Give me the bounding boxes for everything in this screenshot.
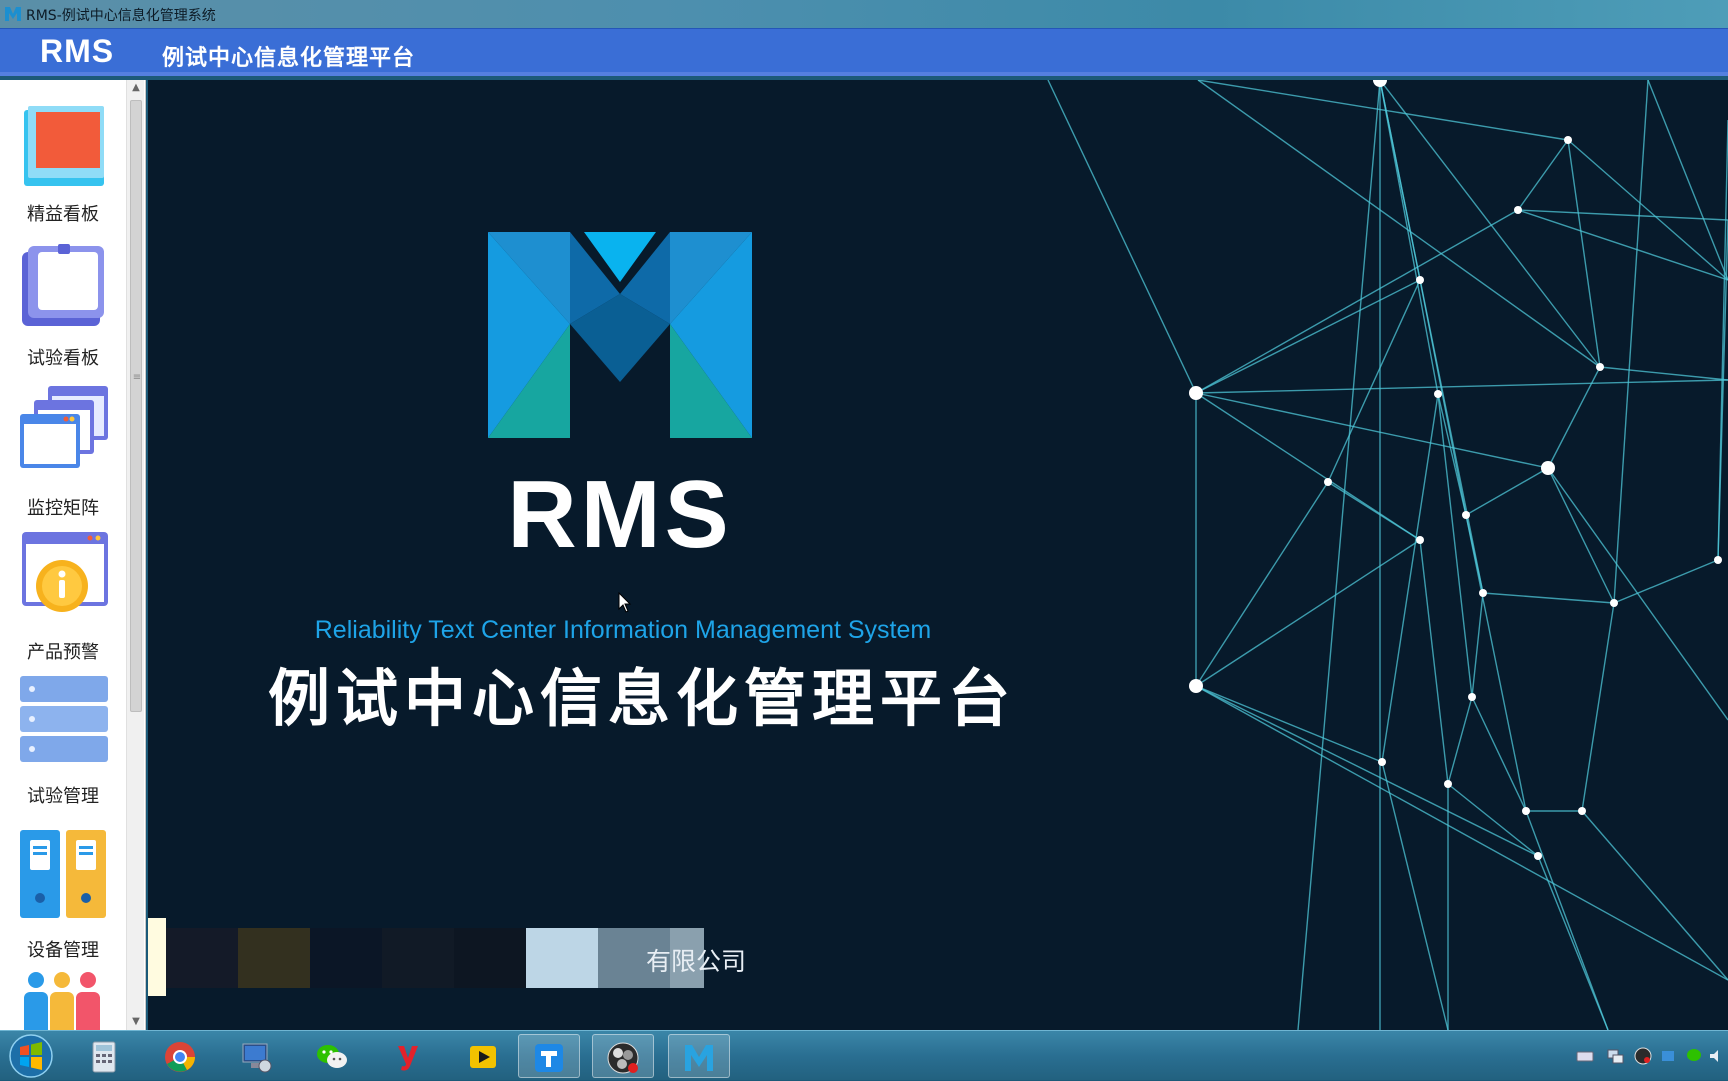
sidebar-item-label: 设备管理 bbox=[27, 940, 99, 961]
product-warning-icon bbox=[22, 532, 108, 612]
obs-tray-icon[interactable] bbox=[1634, 1047, 1652, 1065]
sidebar-item-label: 产品预警 bbox=[27, 642, 99, 663]
splash-panel: RMS Reliability Text Center Information … bbox=[148, 80, 1728, 1030]
scrollbar-grip-icon: ≡ bbox=[132, 372, 142, 383]
sidebar-item-test-management[interactable]: 试验管理 bbox=[0, 672, 126, 812]
wechat-tray-icon[interactable] bbox=[1686, 1047, 1704, 1065]
start-button-icon[interactable] bbox=[8, 1033, 54, 1079]
window-title: RMS-例试中心信息化管理系统 bbox=[26, 8, 216, 24]
scroll-up-icon[interactable]: ▲ bbox=[127, 80, 145, 96]
wechat-icon bbox=[317, 1045, 347, 1068]
taskbar-rms-app[interactable] bbox=[668, 1034, 730, 1078]
sidebar-item-equipment-management[interactable]: 设备管理 bbox=[0, 828, 126, 968]
mouse-cursor-icon bbox=[618, 592, 632, 613]
taskbar-calculator[interactable] bbox=[74, 1034, 136, 1078]
sidebar-item-test-board[interactable]: 试验看板 bbox=[0, 240, 126, 380]
window-titlebar: RMS-例试中心信息化管理系统 bbox=[0, 0, 1728, 28]
network-icon[interactable] bbox=[1606, 1047, 1624, 1065]
taskbar-wechat[interactable] bbox=[302, 1034, 364, 1078]
sidebar-item-monitor-matrix[interactable]: 监控矩阵 bbox=[0, 384, 126, 524]
company-name: 有限公司 bbox=[646, 947, 747, 976]
taskbar-app-blue[interactable] bbox=[518, 1034, 580, 1078]
rms-app-icon bbox=[685, 1045, 713, 1071]
youdao-icon bbox=[398, 1046, 418, 1071]
sidebar-item-product-warning[interactable]: 产品预警 bbox=[0, 528, 126, 668]
sidebar-item-label: 精益看板 bbox=[27, 204, 99, 225]
header-brand: RMS bbox=[40, 33, 115, 69]
splash-logo-text: RMS bbox=[507, 461, 733, 568]
taskbar-obs[interactable] bbox=[592, 1034, 654, 1078]
splash-subtitle-en: Reliability Text Center Information Mana… bbox=[314, 616, 932, 644]
taskbar-remote-desktop[interactable] bbox=[226, 1034, 288, 1078]
taskbar bbox=[0, 1030, 1728, 1080]
scroll-down-icon[interactable]: ▼ bbox=[127, 1014, 145, 1030]
taskbar-media-player[interactable] bbox=[454, 1034, 516, 1078]
test-management-icon bbox=[20, 676, 108, 762]
network-background bbox=[1047, 80, 1728, 1030]
header-platform-name: 例试中心信息化管理平台 bbox=[162, 46, 416, 71]
sidebar-item-label: 监控矩阵 bbox=[27, 498, 99, 519]
app-header: RMS 例试中心信息化管理平台 bbox=[0, 28, 1728, 76]
taskbar-chrome[interactable] bbox=[150, 1034, 212, 1078]
sidebar-list: 精益看板 试验看板 监控矩阵 产品预警 试验管理 设备管理 bbox=[0, 80, 126, 1030]
monitor-matrix-icon bbox=[20, 386, 108, 468]
obs-icon bbox=[607, 1042, 639, 1074]
keyboard-icon[interactable] bbox=[1576, 1047, 1594, 1065]
rms-window-icon bbox=[5, 7, 21, 21]
bluetooth-icon[interactable] bbox=[1660, 1047, 1678, 1065]
equipment-management-icon bbox=[20, 830, 106, 918]
system-tray bbox=[1548, 1031, 1728, 1081]
taskbar-youdao[interactable] bbox=[378, 1034, 440, 1078]
sidebar-item-label: 试验看板 bbox=[27, 348, 99, 369]
lean-board-icon bbox=[24, 106, 104, 186]
test-board-icon bbox=[22, 244, 104, 326]
sidebar-item-label: 试验管理 bbox=[27, 786, 99, 807]
scrollbar-thumb[interactable]: ≡ bbox=[130, 100, 142, 712]
media-player-icon bbox=[470, 1046, 496, 1068]
app-blue-icon bbox=[535, 1044, 563, 1072]
sidebar-scrollbar[interactable]: ▲ ≡ ▼ bbox=[126, 80, 144, 1030]
rms-logo-icon bbox=[488, 232, 752, 438]
remote-desktop-icon bbox=[242, 1043, 272, 1073]
sidebar-item-personnel[interactable] bbox=[0, 970, 126, 1030]
sidebar: 精益看板 试验看板 监控矩阵 产品预警 试验管理 设备管理 ▲ ≡ ▼ bbox=[0, 80, 146, 1030]
chrome-icon bbox=[165, 1042, 195, 1072]
sidebar-item-lean-board[interactable]: 精益看板 bbox=[0, 102, 126, 242]
calculator-icon bbox=[92, 1041, 116, 1073]
splash-title-cn: 例试中心信息化管理平台 bbox=[268, 662, 1017, 735]
personnel-icon bbox=[24, 972, 100, 1030]
volume-icon[interactable] bbox=[1708, 1047, 1726, 1065]
